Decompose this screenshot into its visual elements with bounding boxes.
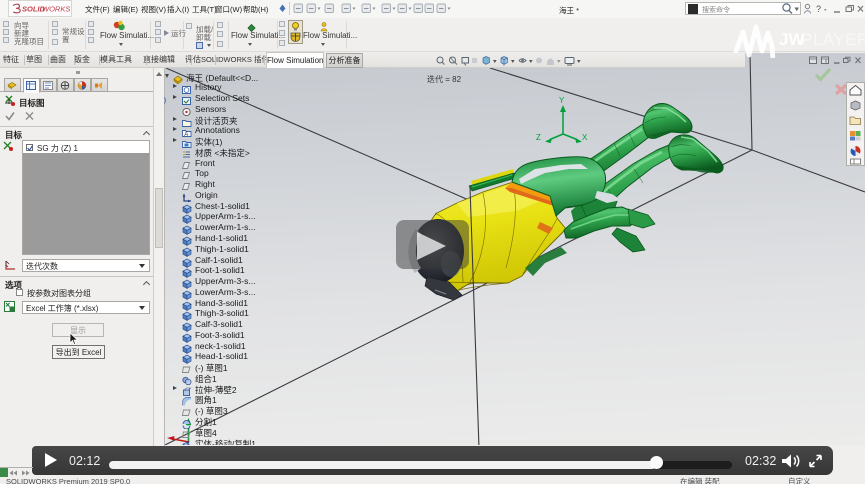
svg-text:?: ? (816, 4, 821, 14)
svg-text:Z: Z (536, 133, 541, 142)
svg-text:Y: Y (559, 96, 565, 105)
svg-text:WORKS: WORKS (42, 5, 70, 14)
svg-text:PLAYER: PLAYER (801, 30, 865, 49)
svg-text:X: X (582, 133, 588, 142)
